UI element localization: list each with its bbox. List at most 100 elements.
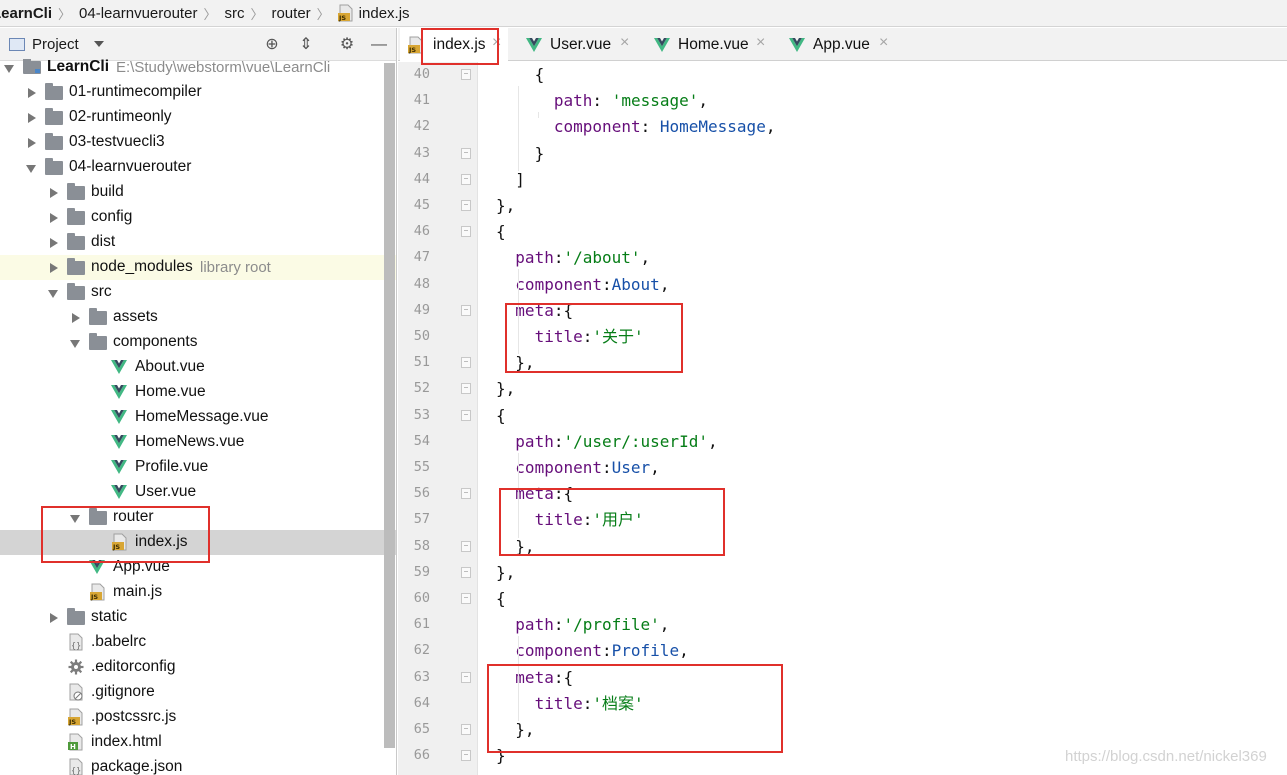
chevron-down-icon[interactable] bbox=[48, 288, 58, 298]
collapse-all-icon[interactable]: ⇕ bbox=[296, 35, 316, 55]
tree-item[interactable]: 02-runtimeonly bbox=[0, 105, 396, 130]
fold-marker-icon[interactable] bbox=[461, 69, 471, 80]
tree-item[interactable]: Hindex.html bbox=[0, 730, 396, 755]
chevron-right-icon[interactable] bbox=[48, 213, 58, 223]
highlight-box bbox=[499, 488, 725, 556]
tree-item[interactable]: HomeMessage.vue bbox=[0, 405, 396, 430]
chevron-down-icon[interactable] bbox=[4, 63, 14, 73]
tree-item[interactable]: User.vue bbox=[0, 480, 396, 505]
fold-marker-icon[interactable] bbox=[461, 357, 471, 369]
fold-marker-icon[interactable] bbox=[461, 173, 471, 185]
code-line[interactable]: component:Profile, bbox=[515, 638, 688, 664]
fold-marker-icon[interactable] bbox=[461, 671, 471, 683]
minimize-icon[interactable]: — bbox=[369, 35, 389, 55]
tree-item[interactable]: JS .postcssrc.js bbox=[0, 705, 396, 730]
tree-item[interactable]: Home.vue bbox=[0, 380, 396, 405]
chevron-right-icon[interactable] bbox=[48, 238, 58, 248]
tree-item[interactable]: static bbox=[0, 605, 396, 630]
breadcrumb-item[interactable]: src bbox=[220, 0, 248, 26]
chevron-right-icon[interactable] bbox=[26, 113, 36, 123]
chevron-down-icon[interactable] bbox=[70, 338, 80, 348]
code-line[interactable]: component: HomeMessage, bbox=[554, 114, 776, 140]
code-line[interactable]: path:'/about', bbox=[515, 245, 650, 271]
tree-item[interactable]: node_modules library root bbox=[0, 255, 396, 280]
breadcrumb-item[interactable]: router bbox=[267, 0, 314, 26]
tree-item[interactable]: 04-learnvuerouter bbox=[0, 155, 396, 180]
tree-item[interactable]: Profile.vue bbox=[0, 455, 396, 480]
tree-scrollbar[interactable] bbox=[384, 63, 395, 748]
fold-marker-icon[interactable] bbox=[461, 566, 471, 578]
tree-item-label: package.json bbox=[91, 758, 183, 775]
fold-marker-icon[interactable] bbox=[461, 593, 471, 604]
project-view-selector[interactable]: Project bbox=[32, 36, 79, 53]
code-line[interactable]: path:'/profile', bbox=[515, 612, 669, 638]
tab-Home-vue[interactable]: Home.vue × bbox=[644, 28, 772, 61]
svg-text:JS: JS bbox=[338, 14, 346, 22]
code-line[interactable]: { bbox=[496, 586, 506, 612]
tree-item[interactable]: config bbox=[0, 205, 396, 230]
chevron-right-icon[interactable] bbox=[48, 613, 58, 623]
tree-item[interactable]: JS main.js bbox=[0, 580, 396, 605]
breadcrumb-item[interactable]: JS index.js bbox=[334, 0, 414, 26]
fold-marker-icon[interactable] bbox=[461, 540, 471, 552]
gear-icon[interactable]: ⚙ bbox=[337, 35, 357, 55]
close-icon[interactable]: × bbox=[879, 34, 888, 52]
chevron-right-icon[interactable] bbox=[26, 88, 36, 98]
watermark: https://blog.csdn.net/nickel369 bbox=[1065, 748, 1267, 765]
code-line[interactable]: path: 'message', bbox=[554, 88, 708, 114]
fold-marker-icon[interactable] bbox=[461, 488, 471, 500]
tree-item[interactable]: .editorconfig bbox=[0, 655, 396, 680]
code-token: }, bbox=[496, 562, 516, 582]
code-line[interactable]: }, bbox=[496, 376, 515, 402]
code-line[interactable]: ] bbox=[515, 167, 525, 193]
chevron-right-icon[interactable] bbox=[48, 188, 58, 198]
tab-User-vue[interactable]: User.vue × bbox=[516, 28, 636, 61]
tree-item[interactable]: dist bbox=[0, 230, 396, 255]
crosshair-icon[interactable]: ⊕ bbox=[262, 35, 282, 55]
tree-item[interactable]: 03-testvuecli3 bbox=[0, 130, 396, 155]
tree-item[interactable]: {} .babelrc bbox=[0, 630, 396, 655]
tree-item[interactable]: components bbox=[0, 330, 396, 355]
fold-marker-icon[interactable] bbox=[461, 724, 471, 735]
fold-marker-icon[interactable] bbox=[461, 226, 471, 238]
chevron-right-icon[interactable] bbox=[26, 138, 36, 148]
svg-text:JS: JS bbox=[408, 46, 416, 54]
fold-marker-icon[interactable] bbox=[461, 409, 471, 421]
close-icon[interactable]: × bbox=[620, 34, 629, 52]
code-line[interactable]: component:About, bbox=[515, 272, 669, 298]
code-line[interactable]: }, bbox=[496, 560, 515, 586]
folder-icon bbox=[67, 183, 85, 200]
chevron-right-icon[interactable] bbox=[70, 313, 80, 323]
code-token: , bbox=[707, 431, 718, 451]
fold-marker-icon[interactable] bbox=[461, 200, 471, 211]
tree-item[interactable]: {} package.json bbox=[0, 755, 396, 775]
tree-item[interactable]: 01-runtimecompiler bbox=[0, 80, 396, 105]
tab-App-vue[interactable]: App.vue × bbox=[779, 28, 895, 61]
fold-marker-icon[interactable] bbox=[461, 750, 471, 762]
fold-marker-icon[interactable] bbox=[461, 147, 471, 159]
code-line[interactable]: component:User, bbox=[515, 455, 660, 481]
tree-item[interactable]: src bbox=[0, 280, 396, 305]
chevron-down-icon[interactable] bbox=[26, 163, 36, 173]
tree-item[interactable]: .gitignore bbox=[0, 680, 396, 705]
breadcrumb-item[interactable]: LearnCli bbox=[0, 0, 56, 26]
chevron-down-icon[interactable] bbox=[94, 41, 104, 47]
fold-marker-icon[interactable] bbox=[461, 304, 471, 316]
code-line[interactable]: { bbox=[496, 403, 506, 429]
code-line[interactable]: } bbox=[535, 141, 545, 167]
chevron-right-icon[interactable] bbox=[48, 263, 58, 273]
fold-marker-icon[interactable] bbox=[461, 383, 471, 395]
tree-item[interactable]: About.vue bbox=[0, 355, 396, 380]
code-line[interactable]: }, bbox=[496, 193, 515, 219]
code-line[interactable]: { bbox=[535, 62, 545, 88]
close-icon[interactable]: × bbox=[756, 34, 765, 52]
code-line[interactable]: path:'/user/:userId', bbox=[515, 429, 717, 455]
breadcrumb-item[interactable]: 04-learnvuerouter bbox=[75, 0, 201, 26]
line-number: 57 bbox=[413, 511, 430, 528]
tree-item[interactable]: LearnCli E:\Study\webstorm\vue\LearnCli bbox=[0, 55, 396, 80]
tree-item[interactable]: HomeNews.vue bbox=[0, 430, 396, 455]
tree-item[interactable]: assets bbox=[0, 305, 396, 330]
tree-item-label: 04-learnvuerouter bbox=[69, 158, 192, 175]
tree-item[interactable]: build bbox=[0, 180, 396, 205]
code-line[interactable]: { bbox=[496, 219, 506, 245]
